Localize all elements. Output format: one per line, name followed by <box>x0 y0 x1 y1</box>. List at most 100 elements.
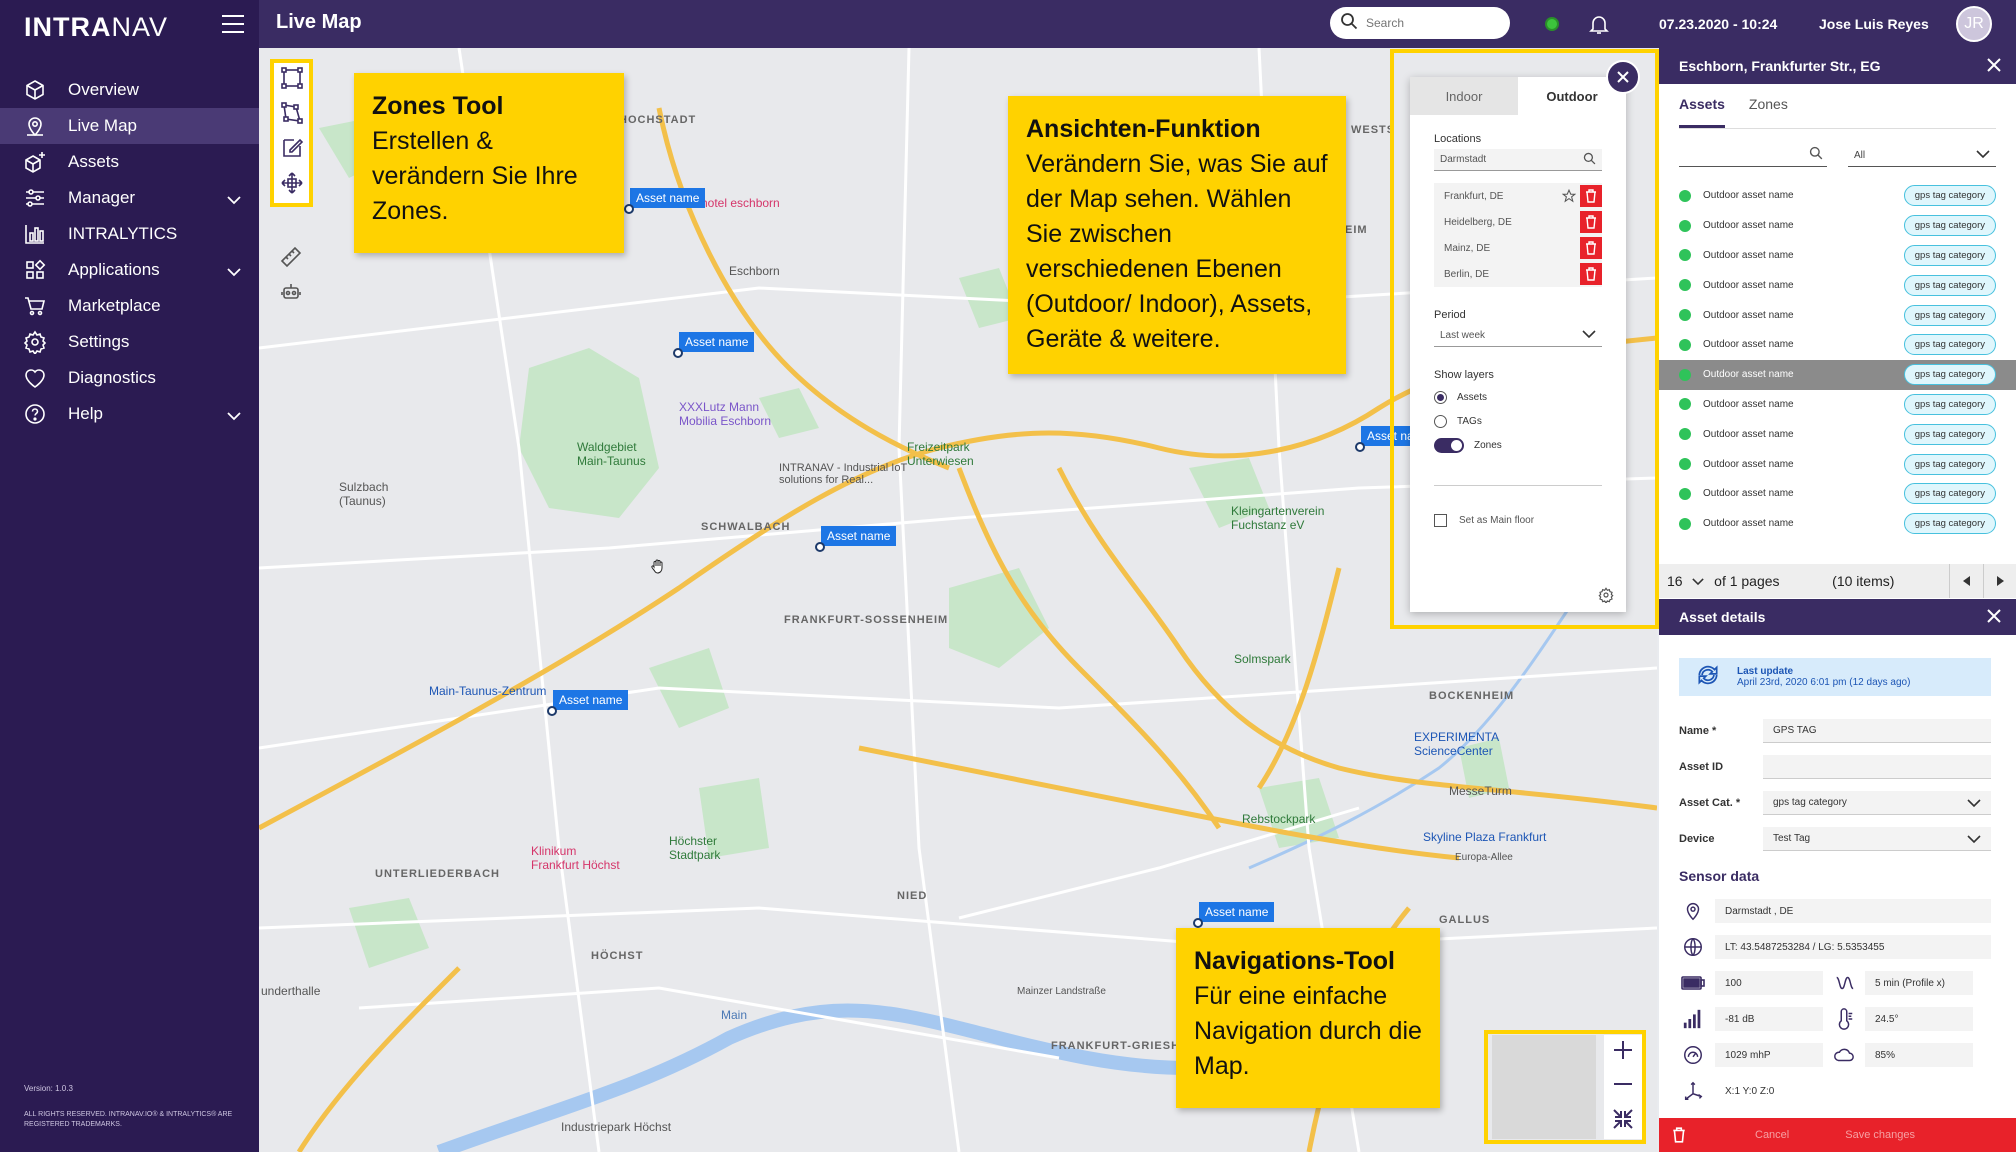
chevron-down-icon[interactable] <box>227 190 241 210</box>
sidebar-item-assets[interactable]: Assets <box>0 144 259 180</box>
asset-id-field[interactable] <box>1763 755 1991 779</box>
layer-label: Zones <box>1474 439 1502 451</box>
asset-name: Outdoor asset name <box>1703 369 1794 381</box>
list-item[interactable]: Outdoor asset name gps tag category <box>1659 390 2016 420</box>
robot-icon[interactable] <box>279 280 303 309</box>
trash-icon[interactable] <box>1580 185 1602 207</box>
layer-zones-toggle[interactable]: Zones <box>1434 433 1602 457</box>
trash-icon[interactable] <box>1580 211 1602 233</box>
sensor-temperature: 24.5° <box>1865 1007 1973 1031</box>
asset-pin[interactable]: Asset name <box>546 690 629 716</box>
location-item[interactable]: Mainz, DE <box>1434 235 1602 261</box>
callout-text: Verändern Sie, was Sie auf der Map sehen… <box>1026 150 1328 353</box>
views-panel: Indoor Outdoor Locations Darmstadt Frank… <box>1410 77 1626 612</box>
sidebar-item-label: Applications <box>68 260 160 279</box>
collapse-icon[interactable] <box>1611 1107 1635 1136</box>
chevron-down-icon[interactable] <box>227 262 241 282</box>
layer-assets-radio[interactable]: Assets <box>1434 385 1602 409</box>
location-item[interactable]: Heidelberg, DE <box>1434 209 1602 235</box>
zones-toolbar <box>270 59 313 207</box>
tab-indoor[interactable]: Indoor <box>1410 77 1518 115</box>
edit-zone-icon[interactable] <box>280 136 304 165</box>
sidebar-item-help[interactable]: Help <box>0 396 259 432</box>
prev-page-button[interactable] <box>1949 564 1982 598</box>
list-item[interactable]: Outdoor asset name gps tag category <box>1659 300 2016 330</box>
asset-category-select[interactable]: gps tag category <box>1763 791 1991 815</box>
search-box[interactable] <box>1330 7 1510 39</box>
list-item[interactable]: Outdoor asset name gps tag category <box>1659 449 2016 479</box>
sidebar-item-marketplace[interactable]: Marketplace <box>0 288 259 324</box>
tab-assets[interactable]: Assets <box>1679 96 1725 128</box>
list-item[interactable]: Outdoor asset name gps tag category <box>1659 330 2016 360</box>
search-icon <box>1809 146 1823 165</box>
item-count: (10 items) <box>1832 573 1895 589</box>
sidebar-item-manager[interactable]: Manager <box>0 180 259 216</box>
list-item[interactable]: Outdoor asset name gps tag category <box>1659 509 2016 539</box>
location-pin-icon <box>1679 900 1707 922</box>
asset-pin[interactable]: Asset name <box>672 332 755 358</box>
tab-zones[interactable]: Zones <box>1749 96 1788 128</box>
name-field[interactable]: GPS TAG <box>1763 719 1991 743</box>
sidebar-item-applications[interactable]: Applications <box>0 252 259 288</box>
asset-list: Outdoor asset name gps tag category Outdo… <box>1659 181 2016 539</box>
rights-text: ALL RIGHTS RESERVED. INTRANAV.IO® & INTR… <box>24 1111 233 1128</box>
asset-filter-select[interactable]: All <box>1848 145 1996 167</box>
layer-tags-radio[interactable]: TAGs <box>1434 409 1602 433</box>
list-item[interactable]: Outdoor asset name gps tag category <box>1659 479 2016 509</box>
asset-pin[interactable]: Asset name <box>814 526 897 552</box>
gear-icon[interactable] <box>1598 587 1614 606</box>
close-icon[interactable] <box>1986 608 2002 627</box>
zoom-out-icon[interactable] <box>1611 1072 1635 1101</box>
location-item[interactable]: Frankfurt, DE <box>1434 183 1602 209</box>
refresh-icon[interactable] <box>1695 662 1721 693</box>
location-list: Frankfurt, DE Heidelberg, DE Mainz, DE B… <box>1434 183 1602 287</box>
hamburger-menu-icon[interactable] <box>222 15 244 33</box>
main-floor-checkbox[interactable]: Set as Main floor <box>1434 514 1602 527</box>
star-icon[interactable] <box>1558 185 1580 207</box>
trash-icon[interactable] <box>1580 263 1602 285</box>
per-page-select[interactable]: 16 <box>1659 573 1704 589</box>
avatar[interactable]: JR <box>1956 6 1992 42</box>
sidebar-item-settings[interactable]: Settings <box>0 324 259 360</box>
draw-polygon-icon[interactable] <box>280 101 304 130</box>
zoom-in-icon[interactable] <box>1611 1038 1635 1067</box>
map-label: Main <box>721 1008 748 1022</box>
sidebar-item-diagnostics[interactable]: Diagnostics <box>0 360 259 396</box>
bell-icon[interactable] <box>1587 12 1611 41</box>
mini-map[interactable] <box>1492 1035 1596 1139</box>
next-page-button[interactable] <box>1982 564 2016 598</box>
location-header: Eschborn, Frankfurter Str., EG <box>1659 48 2016 84</box>
delete-asset-button[interactable] <box>1659 1127 1699 1143</box>
list-item[interactable]: Outdoor asset name gps tag category <box>1659 270 2016 300</box>
location-search[interactable]: Darmstadt <box>1434 149 1602 171</box>
cancel-button[interactable]: Cancel <box>1755 1129 1789 1141</box>
list-item[interactable]: Outdoor asset name gps tag category <box>1659 211 2016 241</box>
trash-icon[interactable] <box>1580 237 1602 259</box>
move-zone-icon[interactable] <box>280 171 304 200</box>
chevron-down-icon[interactable] <box>227 406 241 426</box>
list-item-selected[interactable]: Outdoor asset name gps tag category <box>1659 359 2016 390</box>
sidebar-item-overview[interactable]: Overview <box>0 72 259 108</box>
location-item[interactable]: Berlin, DE <box>1434 261 1602 287</box>
asset-search-input[interactable] <box>1679 145 1827 167</box>
period-select[interactable]: Last week <box>1434 325 1602 347</box>
ruler-icon[interactable] <box>279 245 303 274</box>
close-views-button[interactable] <box>1606 60 1640 94</box>
asset-pin[interactable]: Asset name <box>1192 902 1275 928</box>
logo[interactable]: INTRANAV <box>24 12 168 43</box>
toggle-switch[interactable] <box>1434 437 1464 453</box>
asset-name: Outdoor asset name <box>1703 220 1794 232</box>
user-name[interactable]: Jose Luis Reyes <box>1819 16 1929 32</box>
list-item[interactable]: Outdoor asset name gps tag category <box>1659 181 2016 211</box>
save-changes-button[interactable]: Save changes <box>1845 1129 1915 1141</box>
search-input[interactable] <box>1366 16 1496 30</box>
sidebar-item-live-map[interactable]: Live Map <box>0 108 259 144</box>
bar-chart-icon <box>22 221 48 247</box>
draw-rectangle-icon[interactable] <box>280 66 304 95</box>
device-select[interactable]: Test Tag <box>1763 827 1991 851</box>
sidebar-item-intralytics[interactable]: INTRALYTICS <box>0 216 259 252</box>
list-item[interactable]: Outdoor asset name gps tag category <box>1659 419 2016 449</box>
close-icon[interactable] <box>1986 57 2002 76</box>
list-item[interactable]: Outdoor asset name gps tag category <box>1659 241 2016 271</box>
asset-pin[interactable]: Asset name <box>623 188 706 214</box>
